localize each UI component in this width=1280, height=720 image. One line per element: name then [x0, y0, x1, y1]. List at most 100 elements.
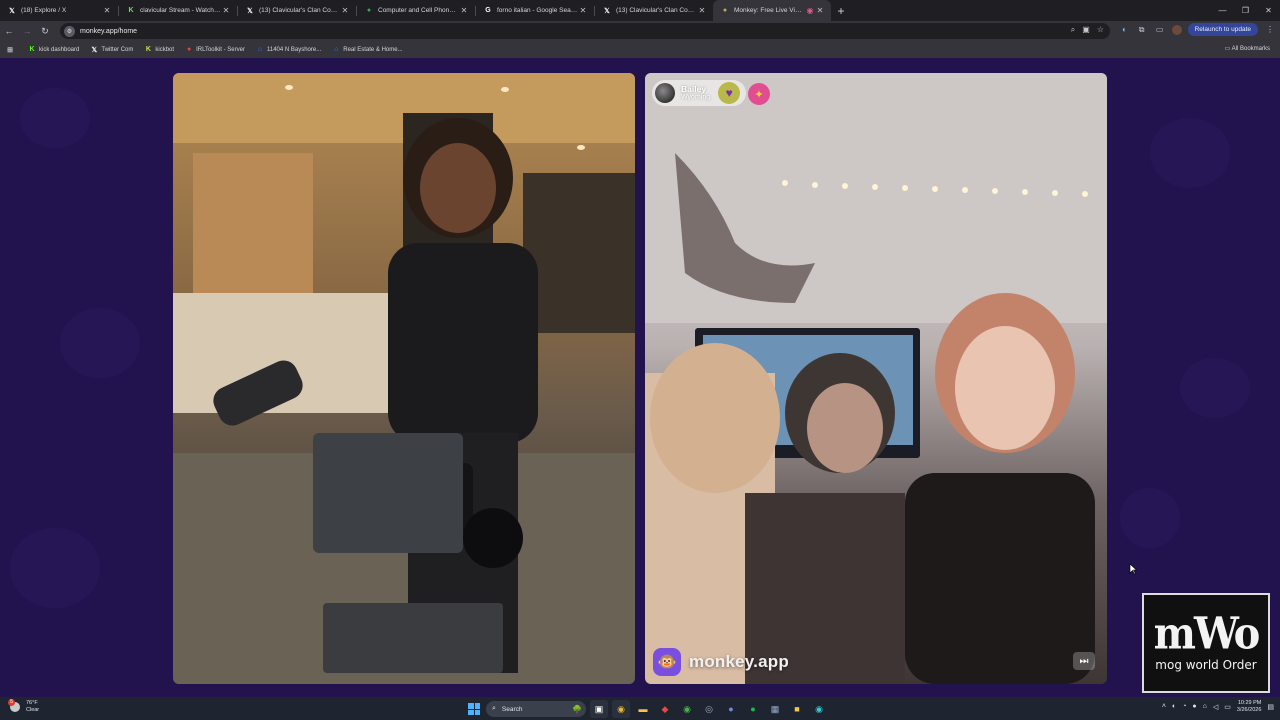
- media-control-icon[interactable]: ◖: [1118, 25, 1130, 34]
- tab-3[interactable]: ● Computer and Cell Phone Store ✕: [357, 0, 475, 21]
- close-icon[interactable]: ✕: [340, 6, 350, 15]
- chrome-alt-icon[interactable]: ◉: [678, 700, 696, 718]
- close-icon[interactable]: ✕: [221, 6, 231, 15]
- bookmark-real-estate[interactable]: ⌂ Real Estate & Home...: [332, 46, 402, 54]
- windows-start-icon[interactable]: [466, 701, 482, 717]
- back-icon[interactable]: ←: [0, 26, 18, 36]
- audio-icon[interactable]: ◉: [805, 6, 815, 15]
- extensions-icon[interactable]: ⧉: [1136, 25, 1148, 35]
- bookmark-star-icon[interactable]: ☆: [1097, 25, 1104, 35]
- volume-icon[interactable]: ◁: [1213, 703, 1218, 711]
- tab-strip: 𝕏 (18) Explore / X ✕ K clavicular Stream…: [0, 0, 1280, 21]
- mwo-logo: mWo: [1153, 607, 1261, 660]
- bookmark-kick-dashboard[interactable]: K kick dashboard: [28, 46, 79, 54]
- bookmark-bayshore[interactable]: ⌂ 11404 N Bayshore...: [256, 46, 321, 54]
- reload-icon[interactable]: ↻: [36, 26, 54, 37]
- forward-icon[interactable]: →: [18, 26, 36, 36]
- ceiling-light: [285, 85, 293, 90]
- close-icon[interactable]: ✕: [697, 6, 707, 15]
- local-video-scene: [173, 73, 635, 684]
- zoom-icon[interactable]: ⌕: [1071, 25, 1075, 35]
- address-bar[interactable]: ⚙ monkey.app/home ⌕ ▣ ☆: [60, 23, 1110, 39]
- app-icon-teal[interactable]: ◉: [810, 700, 828, 718]
- apps-icon[interactable]: ⊞: [6, 46, 17, 54]
- partner-avatar: [655, 83, 675, 103]
- task-view-icon[interactable]: ▣: [590, 700, 608, 718]
- network-icon[interactable]: ⌂: [1203, 703, 1207, 710]
- folder-icon: ▭: [1224, 46, 1231, 52]
- tab-5[interactable]: 𝕏 (13) Clavicular's Clan Communi ✕: [595, 0, 713, 21]
- notification-badge: 5: [8, 698, 15, 706]
- mwo-tagline: mog world Order: [1155, 658, 1257, 672]
- file-explorer-icon[interactable]: ▬: [634, 700, 652, 718]
- remote-video-scene: [645, 73, 1107, 684]
- local-video: [173, 73, 635, 684]
- map-pin-icon: ●: [366, 7, 372, 14]
- app-icon-red[interactable]: ◆: [656, 700, 674, 718]
- notification-icon[interactable]: ▤: [1267, 703, 1274, 711]
- relaunch-button[interactable]: Relaunch to update: [1187, 23, 1258, 36]
- skip-icon[interactable]: ⏭: [1073, 652, 1095, 670]
- chevron-up-icon[interactable]: ˄: [1162, 703, 1166, 710]
- ceiling-light: [501, 87, 509, 92]
- monkey-icon: ●: [722, 7, 728, 14]
- bookmark-irltoolkit[interactable]: ● IRLToolkit - Server: [185, 46, 245, 54]
- bookmark-label: IRLToolkit - Server: [196, 46, 245, 53]
- taskbar-search[interactable]: ⌕ Search 🌳: [486, 701, 586, 717]
- close-icon[interactable]: ✕: [815, 6, 825, 15]
- google-icon: G: [485, 7, 491, 14]
- tab-2[interactable]: 𝕏 (13) Clavicular's Clan Communi ✕: [238, 0, 356, 21]
- background-blob: [10, 528, 100, 608]
- partner-info-chip[interactable]: Bailey Wyoming ♥: [652, 80, 747, 106]
- system-tray: ˄ ◐ ◔ ● ⌂ ◁ ▭ 10:29 PM 3/26/2026 ▤: [1162, 700, 1274, 714]
- calculator-icon[interactable]: ▦: [766, 700, 784, 718]
- bookmark-twitter[interactable]: 𝕏 Twitter Com: [90, 46, 134, 54]
- site-info-icon[interactable]: ⚙: [64, 25, 75, 37]
- url-text[interactable]: monkey.app/home: [80, 28, 137, 35]
- background-blob: [20, 88, 90, 148]
- bookmark-label: kickbot: [155, 46, 175, 53]
- tab-6-active[interactable]: ● Monkey: Free Live Video Ch ◉ ✕: [713, 0, 831, 21]
- bookmark-label: Real Estate & Home...: [343, 46, 403, 53]
- kick-icon: K: [29, 46, 35, 53]
- monkey-brand: 🐵 monkey.app: [653, 648, 789, 676]
- app-icon-yellow[interactable]: ■: [788, 700, 806, 718]
- close-icon[interactable]: ✕: [578, 6, 588, 15]
- app-icon-circle[interactable]: ◎: [700, 700, 718, 718]
- close-icon[interactable]: ✕: [102, 6, 112, 15]
- close-window-icon[interactable]: ✕: [1257, 6, 1280, 15]
- tray-app-icon[interactable]: ◐: [1172, 703, 1176, 710]
- irl-icon: ●: [186, 46, 192, 53]
- police-icon[interactable]: ✦: [748, 83, 770, 105]
- minimize-icon[interactable]: —: [1211, 6, 1234, 15]
- heart-icon[interactable]: ♥: [718, 82, 741, 104]
- all-bookmarks[interactable]: ▭ All Bookmarks: [1225, 45, 1270, 52]
- partner-name: Bailey: [681, 83, 707, 94]
- brand-text: monkey.app: [689, 652, 789, 671]
- menu-icon[interactable]: ⋮: [1264, 25, 1276, 34]
- background-blob: [1180, 358, 1250, 418]
- battery-icon[interactable]: ▭: [1224, 703, 1231, 711]
- side-panel-icon[interactable]: ▭: [1154, 25, 1166, 34]
- tab-0[interactable]: 𝕏 (18) Explore / X ✕: [0, 0, 118, 21]
- x-icon: 𝕏: [9, 7, 15, 15]
- wifi-icon[interactable]: ◔: [1182, 703, 1186, 710]
- tab-label: (18) Explore / X: [21, 7, 67, 14]
- profile-avatar[interactable]: [1171, 24, 1182, 35]
- clock[interactable]: 10:29 PM 3/26/2026: [1237, 700, 1261, 714]
- new-tab-button[interactable]: +: [831, 4, 851, 18]
- tab-4[interactable]: G forno italian - Google Search ✕: [476, 0, 594, 21]
- tab-1[interactable]: K clavicular Stream - Watch Live ✕: [119, 0, 237, 21]
- chrome-icon[interactable]: ◉: [612, 700, 630, 718]
- partner-text: Bailey Wyoming: [681, 83, 710, 101]
- spotify-icon[interactable]: ●: [744, 700, 762, 718]
- cast-icon[interactable]: ▣: [1082, 25, 1090, 35]
- microphone-icon[interactable]: ●: [1192, 703, 1196, 710]
- background-blob: [1150, 118, 1230, 188]
- discord-icon[interactable]: ●: [722, 700, 740, 718]
- close-icon[interactable]: ✕: [459, 6, 469, 15]
- taskbar-apps: ⌕ Search 🌳 ▣ ◉ ▬ ◆ ◉ ◎ ● ● ▦ ■ ◉: [466, 700, 828, 718]
- maximize-icon[interactable]: ❐: [1234, 6, 1257, 15]
- bookmark-kickbot[interactable]: K kickbot: [144, 46, 174, 54]
- weather-widget[interactable]: 5 76°F Clear: [8, 698, 39, 713]
